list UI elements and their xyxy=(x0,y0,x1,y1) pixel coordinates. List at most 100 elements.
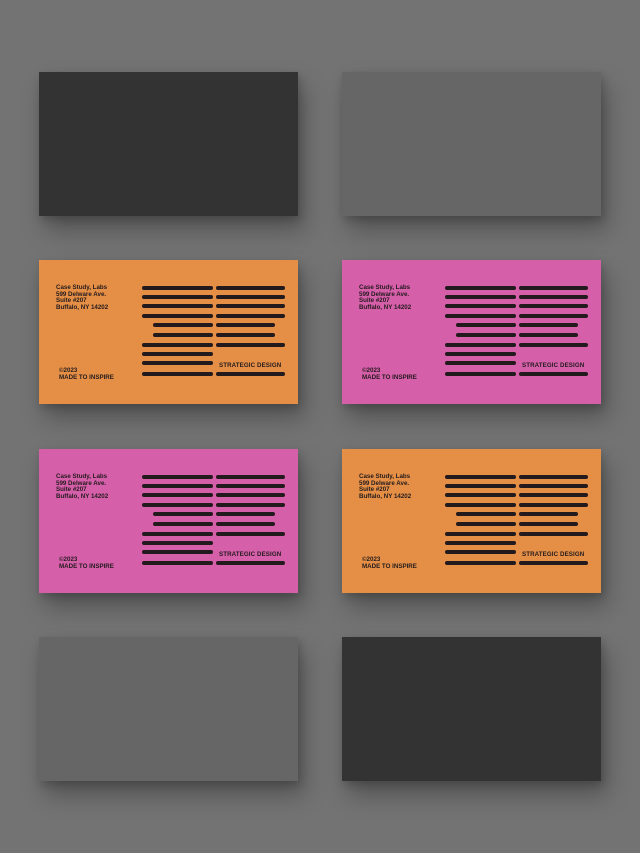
stripe-bar-left-7 xyxy=(445,532,516,536)
stripe-bar-right-5 xyxy=(216,323,275,327)
address-line-4: Buffalo, NY 14202 xyxy=(56,303,109,311)
address-block: Case Study, Labs 599 Delware Ave. Suite … xyxy=(359,284,411,311)
stripe-bar-right-2 xyxy=(519,295,588,299)
stripe-bar-left-6 xyxy=(456,522,516,526)
stripe-bar-left-1 xyxy=(142,286,213,290)
stripe-bar-right-1 xyxy=(216,475,285,479)
motto: MADE TO INSPIRE xyxy=(59,374,114,382)
stripe-bar-left-5 xyxy=(456,323,516,327)
address-line-4: Buffalo, NY 14202 xyxy=(359,492,412,500)
stripe-bar-left-2 xyxy=(445,484,516,488)
stripe-bar-right-7 xyxy=(519,343,588,347)
copyright: ©2023 xyxy=(59,556,78,563)
tagline: STRATEGIC DESIGN xyxy=(522,362,585,369)
stripe-bar-right-5 xyxy=(519,323,578,327)
stripe-bar-left-4 xyxy=(142,314,213,318)
stripe-bar-right-10 xyxy=(216,561,285,565)
stripe-bar-left-3 xyxy=(142,304,213,308)
address-block: Case Study, Labs 599 Delware Ave. Suite … xyxy=(359,473,412,500)
blank-card-2 xyxy=(342,72,601,216)
motto: MADE TO INSPIRE xyxy=(362,374,417,382)
stripe-bar-left-5 xyxy=(153,323,213,327)
stripe-bar-right-4 xyxy=(519,503,588,507)
copyright: ©2023 xyxy=(59,367,78,374)
stripe-bar-right-2 xyxy=(216,484,285,488)
stripe-bar-right-4 xyxy=(216,503,285,507)
stripe-bar-right-6 xyxy=(216,522,275,526)
stripe-bar-right-3 xyxy=(216,304,285,308)
stripe-bar-left-3 xyxy=(445,493,516,497)
stripe-bar-left-10 xyxy=(445,561,516,565)
stripe-bar-left-2 xyxy=(445,295,516,299)
stripe-bar-right-1 xyxy=(519,475,588,479)
stripe-bar-left-6 xyxy=(456,333,516,337)
stripe-bar-right-1 xyxy=(216,286,285,290)
copyright: ©2023 xyxy=(362,367,381,374)
stripe-bar-right-3 xyxy=(216,493,285,497)
footer-block: ©2023 MADE TO INSPIRE xyxy=(362,556,417,570)
stripe-bar-right-5 xyxy=(519,512,578,516)
blank-card-8 xyxy=(342,637,601,781)
stripe-bar-right-5 xyxy=(216,512,275,516)
tagline: STRATEGIC DESIGN xyxy=(219,362,282,369)
stripe-bar-left-7 xyxy=(142,532,213,536)
footer-block: ©2023 MADE TO INSPIRE xyxy=(59,556,114,570)
stripe-bar-left-8 xyxy=(142,541,213,545)
business-card-5: Case Study, Labs 599 Delware Ave. Suite … xyxy=(39,449,298,593)
stripe-bar-right-3 xyxy=(519,493,588,497)
stripe-bar-right-2 xyxy=(519,484,588,488)
stripe-bar-left-9 xyxy=(142,550,213,554)
stripe-bar-left-9 xyxy=(445,550,516,554)
stripe-bar-left-10 xyxy=(142,372,213,376)
stripe-bar-right-10 xyxy=(519,372,588,376)
stripe-bar-left-4 xyxy=(445,314,516,318)
stripe-bar-left-10 xyxy=(445,372,516,376)
stripe-bar-left-8 xyxy=(445,541,516,545)
address-line-4: Buffalo, NY 14202 xyxy=(56,492,109,500)
business-card-6: Case Study, Labs 599 Delware Ave. Suite … xyxy=(342,449,601,593)
business-card-4: Case Study, Labs 599 Delware Ave. Suite … xyxy=(342,260,601,404)
address-block: Case Study, Labs 599 Delware Ave. Suite … xyxy=(56,473,109,500)
stripe-bar-right-2 xyxy=(216,295,285,299)
stripe-bar-left-10 xyxy=(142,561,213,565)
stripe-bar-right-3 xyxy=(519,304,588,308)
blank-card-7 xyxy=(39,637,298,781)
stripe-bar-right-4 xyxy=(216,314,285,318)
stripe-bar-left-6 xyxy=(153,522,213,526)
stripe-bar-left-5 xyxy=(456,512,516,516)
stripe-bar-left-7 xyxy=(445,343,516,347)
motto: MADE TO INSPIRE xyxy=(362,563,417,571)
stripe-bar-left-7 xyxy=(142,343,213,347)
stripe-bar-right-4 xyxy=(519,314,588,318)
stripe-bar-left-6 xyxy=(153,333,213,337)
stripe-bar-left-4 xyxy=(142,503,213,507)
stripe-bar-left-1 xyxy=(142,475,213,479)
stripe-bar-left-2 xyxy=(142,484,213,488)
stripe-bar-left-5 xyxy=(153,512,213,516)
address-block: Case Study, Labs 599 Delware Ave. Suite … xyxy=(56,284,109,311)
motto: MADE TO INSPIRE xyxy=(59,563,114,571)
stripe-bar-right-7 xyxy=(216,343,285,347)
footer-block: ©2023 MADE TO INSPIRE xyxy=(59,367,114,381)
stripe-bar-left-3 xyxy=(142,493,213,497)
stripe-bar-left-4 xyxy=(445,503,516,507)
stripe-bar-left-2 xyxy=(142,295,213,299)
stripe-bar-left-1 xyxy=(445,475,516,479)
tagline: STRATEGIC DESIGN xyxy=(522,551,585,558)
stripe-bar-right-7 xyxy=(519,532,588,536)
stripe-bar-right-7 xyxy=(216,532,285,536)
stripe-bar-left-3 xyxy=(445,304,516,308)
blank-card-1 xyxy=(39,72,298,216)
stripe-bar-left-9 xyxy=(445,361,516,365)
stripe-bar-right-6 xyxy=(519,333,578,337)
business-card-3: Case Study, Labs 599 Delware Ave. Suite … xyxy=(39,260,298,404)
tagline: STRATEGIC DESIGN xyxy=(219,551,282,558)
footer-block: ©2023 MADE TO INSPIRE xyxy=(362,367,417,381)
copyright: ©2023 xyxy=(362,556,381,563)
stripe-bar-left-8 xyxy=(142,352,213,356)
stripe-bar-right-10 xyxy=(216,372,285,376)
stripe-bar-left-1 xyxy=(445,286,516,290)
stripe-bar-right-6 xyxy=(216,333,275,337)
stripe-bar-right-1 xyxy=(519,286,588,290)
stripe-bar-left-8 xyxy=(445,352,516,356)
